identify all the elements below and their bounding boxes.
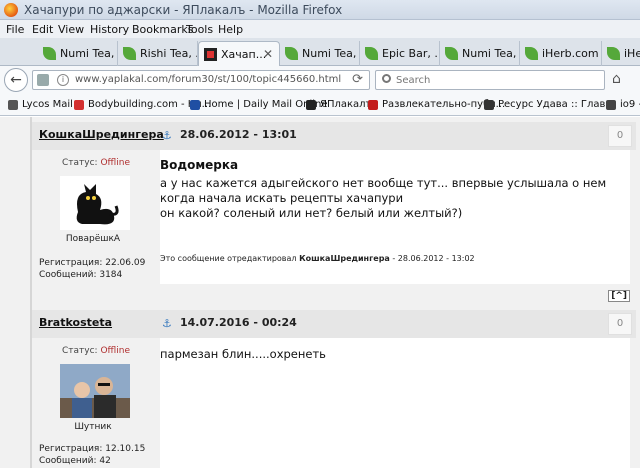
lycos-icon [8,100,18,110]
address-bar[interactable]: i www.yaplakal.com/forum30/st/100/topic4… [32,70,370,90]
registration-date: Регистрация: 22.06.09 [39,258,146,268]
tab-label: Numi Tea, ... [60,47,117,60]
menu-file[interactable]: File [6,23,24,36]
tab-strip: Numi Tea, ... Rishi Tea, ... Хачап... ✕ … [0,38,640,66]
leaf-icon [123,47,136,60]
back-button[interactable]: ← [4,68,28,92]
menu-view[interactable]: View [58,23,84,36]
bookmark-yaplakal[interactable]: ЯПлакалъ [306,97,373,113]
post-text-line: когда начала искать рецепты хачапури [160,191,404,205]
search-box[interactable] [375,70,605,90]
search-input[interactable] [396,73,596,87]
bodybuilding-icon [74,100,84,110]
window-titlebar: Хачапури по аджарски - ЯПлакалъ - Mozill… [0,0,640,20]
tab-label: Epic Bar, ... [382,47,440,60]
yaplakal-icon [306,100,316,110]
post-body: Водомерка а у нас кажется адыгейского не… [160,150,630,284]
home-icon[interactable]: ⌂ [612,71,621,87]
bookmark-io9[interactable]: io9 - [606,97,640,113]
user-status: Статус: Offline [62,346,130,356]
post-rating[interactable]: 0 [608,313,632,335]
edited-by-user: КошкаШредингера [299,254,390,263]
message-count: Сообщений: 3184 [39,270,123,280]
menu-edit[interactable]: Edit [32,23,53,36]
leaf-icon [525,47,538,60]
bookmark-label: ЯПлакалъ [320,99,373,110]
menu-bookmarks[interactable]: Bookmarks [132,23,193,36]
tab-iherb-2[interactable]: iHe [602,41,640,66]
bookmark-label: Ресурс Удава :: Глав... [498,99,615,110]
user-rank: ПоварёшкА [65,234,121,244]
bookmark-label: io9 - [620,99,640,110]
tab-numi-tea-3[interactable]: Numi Tea, ... [440,41,520,66]
bookmark-label: Lycos Mail [22,99,73,110]
tab-label: iHe [624,47,640,60]
post-body: пармезан блин.....охренеть [160,338,630,468]
bookmarks-toolbar: Lycos Mail Bodybuilding.com - Hu... Home… [0,94,640,116]
post-date: 14.07.2016 - 00:24 [180,316,297,329]
udav-icon [484,100,494,110]
yaplakal-icon [204,48,217,61]
navigation-bar: ← i www.yaplakal.com/forum30/st/100/topi… [0,66,640,94]
registration-date: Регистрация: 12.10.15 [39,444,146,454]
user-status: Статус: Offline [62,158,130,168]
tab-label: Numi Tea, ... [302,47,359,60]
tab-khachapuri-active[interactable]: Хачап... ✕ [198,41,280,66]
anchor-icon[interactable]: ⚓ [162,129,172,142]
firefox-logo-icon [4,3,18,17]
forum-content: КошкаШредингера ⚓ 28.06.2012 - 13:01 0 С… [0,117,640,468]
tab-label: Хачап... [221,48,267,61]
forum-post: Bratkosteta ⚓ 14.07.2016 - 00:24 0 Стату… [32,310,636,468]
tab-label: Rishi Tea, ... [140,47,197,60]
u-logo-icon [368,100,378,110]
window-title: Хачапури по аджарски - ЯПлакалъ - Mozill… [24,3,343,17]
post-header: Bratkosteta ⚓ 14.07.2016 - 00:24 0 [32,310,636,338]
anchor-icon[interactable]: ⚓ [162,317,172,330]
leaf-icon [43,47,56,60]
cat-avatar[interactable] [60,176,130,230]
post-author[interactable]: Bratkosteta [39,316,112,329]
scroll-to-top-button[interactable]: [^] [608,290,630,302]
reload-icon[interactable]: ⟳ [352,72,363,87]
leaf-icon [285,47,298,60]
menu-bar: File Edit View History Bookmarks Tools H… [0,20,640,38]
menu-tools[interactable]: Tools [186,23,213,36]
daily-mail-icon [190,100,200,110]
leaf-icon [607,47,620,60]
menu-help[interactable]: Help [218,23,243,36]
tab-numi-tea-2[interactable]: Numi Tea, ... [280,41,360,66]
post-text-line: пармезан блин.....охренеть [160,347,326,361]
leaf-icon [365,47,378,60]
post-text-line: а у нас кажется адыгейского нет вообще т… [160,176,607,190]
url-text[interactable]: www.yaplakal.com/forum30/st/100/topic445… [75,74,341,85]
tab-rishi-tea[interactable]: Rishi Tea, ... [118,41,198,66]
post-text-line: он какой? соленый или нет? белый или жел… [160,206,463,220]
tab-label: Numi Tea, ... [462,47,519,60]
site-info-icon[interactable]: i [57,74,69,86]
page-icon [37,74,49,86]
message-count: Сообщений: 42 [39,456,111,466]
forum-post: КошкаШредингера ⚓ 28.06.2012 - 13:01 0 С… [32,122,636,302]
tab-label: iHerb.com ... [542,47,601,60]
bookmark-lycos-mail[interactable]: Lycos Mail [8,97,73,113]
photo-avatar[interactable] [60,364,130,418]
tab-epic-bar[interactable]: Epic Bar, ... [360,41,440,66]
post-author[interactable]: КошкаШредингера [39,128,164,141]
tab-iherb[interactable]: iHerb.com ... [520,41,602,66]
user-rank: Шутник [74,422,112,432]
tab-numi-tea-1[interactable]: Numi Tea, ... [38,41,118,66]
close-tab-icon[interactable]: ✕ [263,42,273,66]
post-subject: Водомерка [160,158,239,172]
post-date: 28.06.2012 - 13:01 [180,128,297,141]
post-rating[interactable]: 0 [608,125,632,147]
post-header: КошкаШредингера ⚓ 28.06.2012 - 13:01 0 [32,122,636,150]
search-icon [382,74,391,83]
edited-note: Это сообщение отредактировал КошкаШредин… [160,254,475,263]
menu-history[interactable]: History [90,23,129,36]
leaf-icon [445,47,458,60]
io9-icon [606,100,616,110]
bookmark-resurs-udava[interactable]: Ресурс Удава :: Глав... [484,97,615,113]
